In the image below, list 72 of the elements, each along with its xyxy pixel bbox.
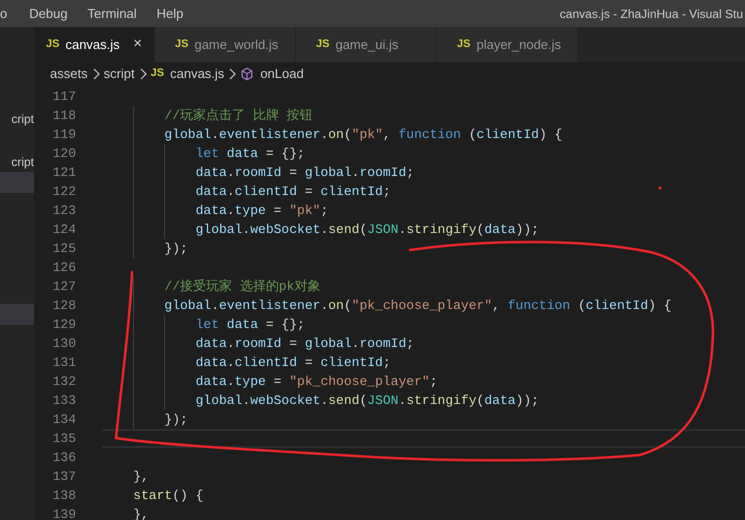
menu-item[interactable]: o bbox=[0, 4, 20, 24]
js-file-icon: JS bbox=[175, 36, 188, 53]
line-number: 131 bbox=[52, 354, 76, 372]
menu-item[interactable]: Terminal bbox=[78, 4, 147, 24]
code-line: data.clientId = clientId; bbox=[196, 182, 391, 201]
line-number: 126 bbox=[52, 258, 76, 277]
breadcrumb-item[interactable]: script bbox=[104, 64, 135, 84]
code-line: data.roomId = global.roomId; bbox=[196, 164, 414, 182]
editor-tab[interactable]: JS canvas.js × bbox=[34, 27, 155, 62]
code-line: global.eventlistener.on("pk", function (clientId) { bbox=[164, 126, 562, 144]
js-file-icon: JS bbox=[46, 36, 60, 53]
code-line: let data = {}; bbox=[196, 316, 305, 334]
tab-label: game_world.js bbox=[194, 36, 278, 54]
code-line: data.type = "pk_choose_player"; bbox=[196, 372, 438, 391]
sidebar-item[interactable] bbox=[0, 304, 34, 325]
code-line: //接受玩家 选择的pk对象 bbox=[164, 278, 320, 296]
js-file-icon: JS bbox=[150, 65, 164, 82]
sidebar-item[interactable] bbox=[0, 172, 34, 193]
line-number: 120 bbox=[52, 144, 76, 163]
sidebar-item[interactable]: cript bbox=[0, 151, 34, 172]
code-line: global.webSocket.send(JSON.stringify(data)); bbox=[196, 392, 539, 410]
tab-label: game_ui.js bbox=[335, 36, 398, 54]
line-number: 118 bbox=[52, 106, 76, 125]
window-title: canvas.js - ZhaJinHua - Visual Stu bbox=[560, 6, 744, 22]
code-line: }, bbox=[133, 468, 149, 486]
editor-tab[interactable]: JS player_node.js bbox=[437, 27, 578, 62]
editor-tab[interactable]: JS game_world.js bbox=[155, 27, 296, 62]
code-line: data.clientId = clientId; bbox=[196, 354, 391, 372]
code-line: data.type = "pk"; bbox=[196, 202, 328, 220]
sidebar-item[interactable]: cript bbox=[0, 108, 34, 129]
code-line: data.roomId = global.roomId; bbox=[196, 334, 414, 353]
code-line: let data = {}; bbox=[196, 144, 305, 163]
line-number: 125 bbox=[52, 240, 76, 258]
breadcrumb-item[interactable]: canvas.js bbox=[170, 64, 224, 84]
line-number: 127 bbox=[52, 278, 76, 296]
line-number: 134 bbox=[52, 410, 76, 429]
code-line: //玩家点击了 比牌 按钮 bbox=[164, 106, 313, 125]
menu-item[interactable]: Debug bbox=[19, 4, 78, 24]
code-line: }); bbox=[164, 240, 188, 258]
chevron-right-icon bbox=[228, 68, 236, 80]
line-number: 130 bbox=[52, 334, 76, 353]
line-number: 139 bbox=[52, 506, 76, 520]
line-number: 129 bbox=[52, 316, 76, 334]
cube-icon bbox=[240, 66, 254, 80]
line-number: 132 bbox=[52, 372, 76, 391]
line-number: 121 bbox=[52, 164, 76, 182]
code-line: }); bbox=[164, 410, 188, 429]
js-file-icon: JS bbox=[457, 36, 470, 53]
line-number: 133 bbox=[52, 392, 76, 410]
line-number: 123 bbox=[52, 202, 76, 220]
tab-label: player_node.js bbox=[476, 36, 562, 54]
chevron-right-icon bbox=[138, 68, 147, 80]
line-number: 122 bbox=[52, 182, 76, 201]
breadcrumb-item[interactable]: onLoad bbox=[260, 64, 304, 84]
line-number: 138 bbox=[52, 486, 76, 505]
tab-label: canvas.js bbox=[65, 36, 120, 54]
code-line: global.eventlistener.on("pk_choose_player", function (clientId) { bbox=[164, 296, 672, 315]
menu-item[interactable]: Help bbox=[146, 4, 194, 24]
line-number: 119 bbox=[52, 126, 76, 144]
line-number: 124 bbox=[52, 220, 76, 239]
line-number: 117 bbox=[52, 88, 76, 106]
line-number: 136 bbox=[52, 448, 76, 467]
editor-tab[interactable]: JS game_ui.js bbox=[296, 27, 437, 62]
code-line: global.webSocket.send(JSON.stringify(data)); bbox=[196, 220, 539, 239]
line-number: 135 bbox=[52, 430, 76, 448]
close-icon[interactable]: × bbox=[133, 33, 142, 56]
line-number: 137 bbox=[52, 468, 76, 486]
breadcrumb-item[interactable]: assets bbox=[50, 64, 88, 84]
js-file-icon: JS bbox=[316, 36, 330, 53]
chevron-right-icon bbox=[92, 68, 100, 80]
code-line: start() { bbox=[133, 486, 204, 505]
line-number: 128 bbox=[52, 296, 76, 315]
